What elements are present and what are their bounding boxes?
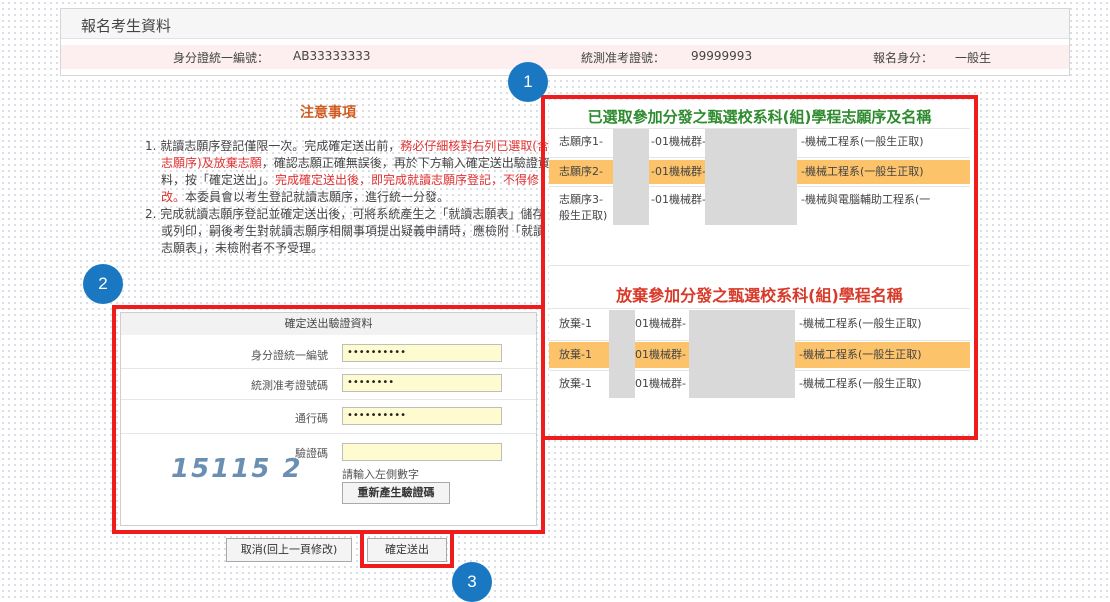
redaction-block (689, 310, 795, 398)
redaction-block (609, 310, 635, 398)
notice-title: 注意事項 (300, 105, 356, 121)
verification-form: 確定送出驗證資料 身分證統一編號 •••••••••• 統測准考證號碼 ••••… (120, 312, 537, 526)
step-marker-2: 2 (83, 264, 123, 304)
status-value: 一般生 (955, 51, 992, 65)
id-number-value: AB33333333 (293, 49, 371, 63)
captcha-image: 15115 2 (171, 454, 303, 484)
passcode-field-label: 通行碼 (295, 412, 328, 425)
form-divider (121, 368, 536, 369)
exam-number-value: 99999993 (691, 49, 753, 63)
id-number-field-label: 身分證統一編號 (251, 349, 328, 362)
id-number-label: 身分證統一編號： (173, 51, 270, 65)
notice-list: 1. 就讀志願序登記僅限一次。完成確定送出前，務必仔細核對右列已選取(含志願序)… (145, 138, 550, 257)
redaction-block (613, 129, 649, 225)
applicant-info-row: 身分證統一編號： AB33333333 統測准考證號： 99999993 報名身… (61, 45, 1069, 69)
selection-panel: 已選取參加分發之甄選校系科(組)學程志願序及名稱 志願序1- -01機械群- -… (549, 102, 970, 432)
cancel-button[interactable]: 取消(回上一頁修改) (226, 538, 352, 562)
passcode-input[interactable]: •••••••••• (342, 407, 502, 425)
form-divider (121, 399, 536, 400)
abandoned-list-title: 放棄參加分發之甄選校系科(組)學程名稱 (616, 286, 903, 305)
applicant-info-title-bar: 報名考生資料 (61, 9, 1069, 39)
step-marker-1: 1 (508, 62, 548, 102)
exam-number-input[interactable]: •••••••• (342, 374, 502, 392)
notice-item-2: 2. 完成就讀志願序登記並確定送出後，可將系統產生之「就讀志願表」儲存或列印，嗣… (145, 207, 546, 255)
list-divider (549, 308, 970, 309)
submit-button[interactable]: 確定送出 (367, 538, 447, 562)
step-marker-3: 3 (452, 562, 492, 602)
selected-list-title: 已選取參加分發之甄選校系科(組)學程志願序及名稱 (587, 108, 932, 126)
section-divider (549, 265, 970, 266)
redaction-block (705, 129, 797, 225)
applicant-info-title: 報名考生資料 (81, 17, 172, 35)
id-number-input[interactable]: •••••••••• (342, 344, 502, 362)
status-label: 報名身分： (873, 51, 934, 65)
applicant-info-panel: 報名考生資料 身分證統一編號： AB33333333 統測准考證號： 99999… (60, 8, 1070, 76)
notice-item-1: 1. 就讀志願序登記僅限一次。完成確定送出前，務必仔細核對右列已選取(含志願序)… (145, 139, 550, 204)
exam-number-field-label: 統測准考證號碼 (251, 379, 328, 392)
regenerate-captcha-button[interactable]: 重新產生驗證碼 (342, 482, 450, 504)
exam-number-label: 統測准考證號： (581, 51, 666, 65)
captcha-hint: 請輸入左側數字 (342, 468, 419, 481)
form-divider (121, 433, 536, 434)
captcha-input[interactable] (342, 443, 502, 461)
verification-form-header: 確定送出驗證資料 (121, 313, 536, 335)
